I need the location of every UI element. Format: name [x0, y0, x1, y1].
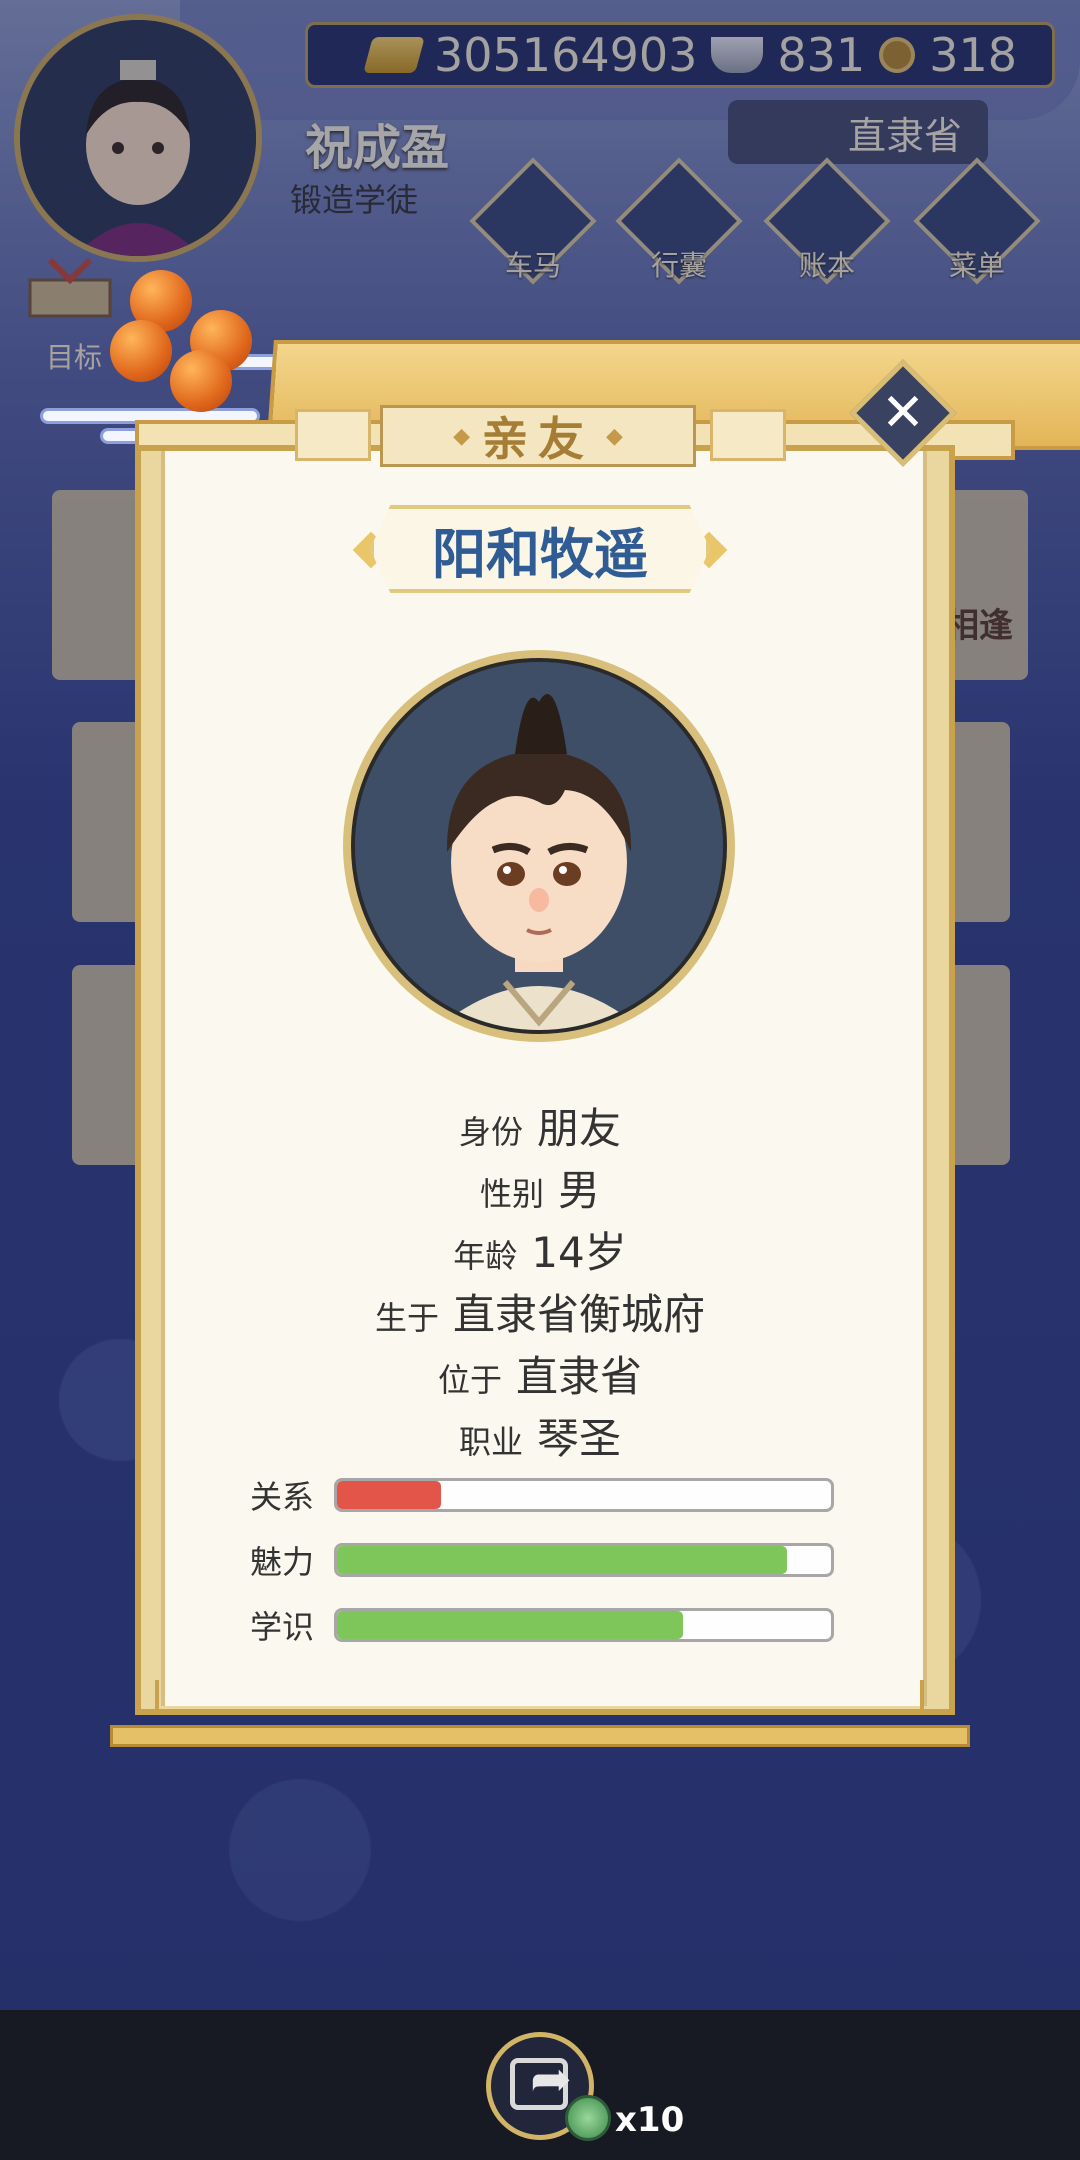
frame-corner [890, 1680, 924, 1714]
close-icon[interactable]: ✕ [865, 375, 941, 451]
fruit [110, 320, 172, 382]
info-value: 直隶省衡城府 [453, 1290, 706, 1339]
charm-bar-fill [337, 1546, 787, 1574]
info-value: 朋友 [537, 1104, 622, 1153]
info-label: 性别 [479, 1175, 544, 1213]
character-name: 阳和牧遥 [432, 522, 648, 586]
stat-label: 魅力 [250, 1543, 315, 1581]
character-info: 身份 朋友 性别 男 年龄 14岁 生于 直隶省衡城府 位于 直隶省 职业 琴圣 [110, 1095, 970, 1467]
info-value: 14岁 [531, 1228, 627, 1277]
info-value: 男 [558, 1166, 601, 1215]
title-dot: ◆ [606, 423, 623, 449]
stat-label: 关系 [250, 1478, 315, 1516]
character-portrait-frame [351, 658, 727, 1034]
fruit [170, 350, 232, 412]
character-portrait [343, 650, 735, 1042]
info-label: 年龄 [453, 1237, 518, 1275]
stat-relationship: 关系 [250, 1475, 850, 1516]
info-label: 生于 [374, 1299, 439, 1337]
info-label: 身份 [458, 1113, 523, 1151]
info-row-birthplace: 生于 直隶省衡城府 [110, 1281, 970, 1343]
candied-haws-icon [110, 270, 270, 420]
side-plaque-right [710, 409, 786, 461]
modal-title: 亲友 [482, 412, 594, 466]
friend-profile-modal: ◆ 亲友 ◆ ✕ 阳和牧遥 身份 朋友 性别 男 年龄 14岁 生于 直隶省衡城… [110, 340, 1080, 1747]
info-row-gender: 性别 男 [110, 1157, 970, 1219]
modal-paper [135, 445, 955, 1715]
scroll-rod-bottom [110, 1725, 970, 1747]
info-label: 位于 [437, 1361, 502, 1399]
modal-title-plaque: ◆ 亲友 ◆ [380, 405, 696, 467]
character-face-illustration [355, 662, 723, 1030]
side-plaque-left [295, 409, 371, 461]
stat-bar-track [334, 1478, 834, 1512]
share-arrow-icon: ➦ [530, 2050, 572, 2108]
knowledge-bar-fill [337, 1611, 683, 1639]
info-value: 琴圣 [537, 1414, 622, 1463]
info-label: 职业 [458, 1423, 523, 1461]
frame-corner [155, 1680, 189, 1714]
info-value: 直隶省 [516, 1352, 643, 1401]
share-reward-count: x10 [615, 2100, 685, 2140]
stat-bar-track [334, 1608, 834, 1642]
jade-coin-icon [565, 2095, 611, 2141]
relationship-bar-fill [337, 1481, 441, 1509]
info-row-location: 位于 直隶省 [110, 1343, 970, 1405]
stat-knowledge: 学识 [250, 1605, 850, 1646]
title-dot: ◆ [453, 423, 470, 449]
stat-charm: 魅力 [250, 1540, 850, 1581]
info-row-age: 年龄 14岁 [110, 1219, 970, 1281]
info-row-identity: 身份 朋友 [110, 1095, 970, 1157]
stat-bar-track [334, 1543, 834, 1577]
character-name-tag: 阳和牧遥 [370, 505, 710, 593]
info-row-occupation: 职业 琴圣 [110, 1405, 970, 1467]
stat-label: 学识 [250, 1608, 315, 1646]
